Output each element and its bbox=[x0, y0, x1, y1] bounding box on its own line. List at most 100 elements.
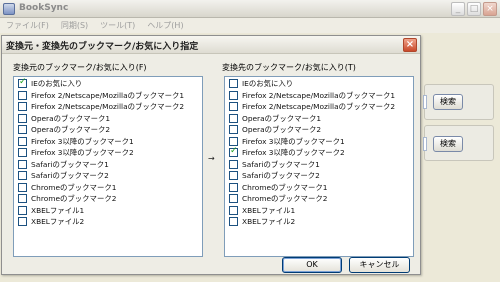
bookmark-select-dialog: 変換元・変換先のブックマーク/お気に入り指定 × 変換元のブックマーク/お気に入… bbox=[1, 35, 421, 275]
target-item-label: Safariのブックマーク1 bbox=[242, 159, 320, 169]
source-item-label: Firefox 3以降のブックマーク2 bbox=[31, 148, 134, 158]
target-checkbox[interactable] bbox=[229, 171, 238, 181]
target-item[interactable]: Operaのブックマーク2 bbox=[225, 124, 413, 136]
source-item[interactable]: Operaのブックマーク2 bbox=[14, 124, 202, 136]
app-icon bbox=[3, 3, 15, 15]
search-button-1[interactable]: 検索 bbox=[433, 94, 463, 110]
target-item[interactable]: Chromeのブックマーク1 bbox=[225, 182, 413, 194]
source-item-label: Firefox 2/Netscape/Mozillaのブックマーク2 bbox=[31, 102, 185, 112]
target-item[interactable]: XBELファイル1 bbox=[225, 205, 413, 217]
target-item-label: Firefox 3以降のブックマーク1 bbox=[242, 136, 345, 146]
source-checkbox[interactable] bbox=[18, 125, 27, 135]
target-item[interactable]: Firefox 3以降のブックマーク2 bbox=[225, 146, 413, 159]
app-title: BookSync bbox=[19, 3, 69, 13]
source-item-label: Operaのブックマーク2 bbox=[31, 125, 111, 135]
source-item-label: Safariのブックマーク1 bbox=[31, 159, 109, 169]
main-title-bar: BookSync _ □ × bbox=[0, 0, 500, 18]
target-checkbox[interactable] bbox=[229, 79, 238, 89]
target-item[interactable]: Operaのブックマーク1 bbox=[225, 113, 413, 125]
target-item-label: Chromeのブックマーク2 bbox=[242, 194, 328, 204]
source-checkbox[interactable] bbox=[18, 217, 27, 227]
source-checkbox[interactable] bbox=[18, 182, 27, 192]
target-item[interactable]: Safariのブックマーク1 bbox=[225, 159, 413, 171]
source-checkbox[interactable] bbox=[18, 113, 27, 123]
source-checkbox[interactable] bbox=[18, 205, 27, 215]
target-checkbox[interactable] bbox=[229, 90, 238, 100]
source-checkbox[interactable] bbox=[18, 136, 27, 146]
ok-button[interactable]: OK bbox=[282, 257, 342, 273]
target-checkbox[interactable] bbox=[229, 182, 238, 192]
source-item[interactable]: Firefox 2/Netscape/Mozillaのブックマーク1 bbox=[14, 90, 202, 102]
target-checkbox[interactable] bbox=[229, 205, 238, 215]
dialog-title: 変換元・変換先のブックマーク/お気に入り指定 bbox=[6, 42, 199, 52]
source-checkbox[interactable] bbox=[18, 102, 27, 112]
target-item[interactable]: Firefox 2/Netscape/Mozillaのブックマーク2 bbox=[225, 101, 413, 113]
source-item[interactable]: XBELファイル1 bbox=[14, 205, 202, 217]
source-item-label: IEのお気に入り bbox=[31, 79, 83, 89]
target-checkbox[interactable] bbox=[229, 194, 238, 204]
target-checkbox[interactable] bbox=[229, 217, 238, 227]
minimize-button[interactable]: _ bbox=[451, 2, 465, 16]
target-item[interactable]: Firefox 3以降のブックマーク1 bbox=[225, 136, 413, 148]
background-groupbox-2: 検索 bbox=[423, 125, 494, 161]
dialog-title-bar: 変換元・変換先のブックマーク/お気に入り指定 × bbox=[2, 36, 420, 54]
target-item[interactable]: Safariのブックマーク2 bbox=[225, 170, 413, 182]
target-item[interactable]: Firefox 2/Netscape/Mozillaのブックマーク1 bbox=[225, 90, 413, 102]
target-item-label: XBELファイル2 bbox=[242, 217, 296, 227]
source-item-label: Operaのブックマーク1 bbox=[31, 113, 111, 123]
target-checkbox[interactable] bbox=[229, 136, 238, 146]
target-list-label: 変換先のブックマーク/お気に入り(T) bbox=[222, 63, 356, 72]
close-button[interactable]: × bbox=[483, 2, 497, 16]
source-item[interactable]: IEのお気に入り bbox=[14, 77, 202, 90]
target-item[interactable]: IEのお気に入り bbox=[225, 78, 413, 90]
target-bookmark-list[interactable]: IEのお気に入り Firefox 2/Netscape/Mozillaのブックマー… bbox=[224, 76, 414, 257]
source-item[interactable]: Operaのブックマーク1 bbox=[14, 113, 202, 125]
source-item[interactable]: Firefox 3以降のブックマーク1 bbox=[14, 136, 202, 148]
source-item[interactable]: Firefox 3以降のブックマーク2 bbox=[14, 147, 202, 159]
source-item-label: XBELファイル2 bbox=[31, 217, 85, 227]
source-item-label: Firefox 2/Netscape/Mozillaのブックマーク1 bbox=[31, 90, 185, 100]
search-button-2[interactable]: 検索 bbox=[433, 136, 463, 152]
target-checkbox[interactable] bbox=[229, 102, 238, 112]
background-field-1[interactable] bbox=[423, 95, 427, 109]
source-checkbox[interactable] bbox=[18, 159, 27, 169]
target-item-label: Firefox 2/Netscape/Mozillaのブックマーク2 bbox=[242, 102, 396, 112]
source-bookmark-list[interactable]: IEのお気に入りFirefox 2/Netscape/Mozillaのブックマー… bbox=[13, 76, 203, 257]
source-checkbox[interactable] bbox=[18, 148, 27, 158]
background-field-2[interactable] bbox=[423, 137, 427, 151]
source-item[interactable]: XBELファイル2 bbox=[14, 216, 202, 228]
target-checkbox[interactable] bbox=[229, 159, 238, 169]
dialog-close-button[interactable]: × bbox=[403, 38, 417, 52]
menu-sync[interactable]: 同期(S) bbox=[61, 20, 88, 31]
target-item-label: Chromeのブックマーク1 bbox=[242, 182, 328, 192]
menu-tools[interactable]: ツール(T) bbox=[100, 20, 135, 31]
source-item[interactable]: Safariのブックマーク1 bbox=[14, 159, 202, 171]
target-item-label: Operaのブックマーク1 bbox=[242, 113, 322, 123]
target-checkbox[interactable] bbox=[229, 146, 238, 158]
source-list-label: 変換元のブックマーク/お気に入り(F) bbox=[13, 63, 147, 72]
cancel-button[interactable]: キャンセル bbox=[349, 257, 410, 273]
source-checkbox[interactable] bbox=[18, 77, 27, 89]
source-item-label: Chromeのブックマーク1 bbox=[31, 182, 117, 192]
target-item[interactable]: XBELファイル2 bbox=[225, 216, 413, 228]
source-item[interactable]: Chromeのブックマーク1 bbox=[14, 182, 202, 194]
source-checkbox[interactable] bbox=[18, 194, 27, 204]
target-item[interactable]: Chromeのブックマーク2 bbox=[225, 193, 413, 205]
menu-file[interactable]: ファイル(F) bbox=[6, 20, 49, 31]
menu-bar: ファイル(F) 同期(S) ツール(T) ヘルプ(H) bbox=[0, 18, 500, 33]
maximize-button[interactable]: □ bbox=[467, 2, 481, 16]
source-item[interactable]: Firefox 2/Netscape/Mozillaのブックマーク2 bbox=[14, 101, 202, 113]
source-item[interactable]: Safariのブックマーク2 bbox=[14, 170, 202, 182]
source-item[interactable]: Chromeのブックマーク2 bbox=[14, 193, 202, 205]
source-item-label: XBELファイル1 bbox=[31, 205, 85, 215]
target-item-label: Operaのブックマーク2 bbox=[242, 125, 322, 135]
window-controls: _ □ × bbox=[451, 2, 497, 16]
target-item-label: Firefox 3以降のブックマーク2 bbox=[242, 148, 345, 158]
source-checkbox[interactable] bbox=[18, 171, 27, 181]
arrow-icon: → bbox=[208, 154, 215, 163]
target-checkbox[interactable] bbox=[229, 113, 238, 123]
target-item-label: Firefox 2/Netscape/Mozillaのブックマーク1 bbox=[242, 90, 396, 100]
menu-help[interactable]: ヘルプ(H) bbox=[147, 20, 183, 31]
target-checkbox[interactable] bbox=[229, 125, 238, 135]
source-checkbox[interactable] bbox=[18, 90, 27, 100]
